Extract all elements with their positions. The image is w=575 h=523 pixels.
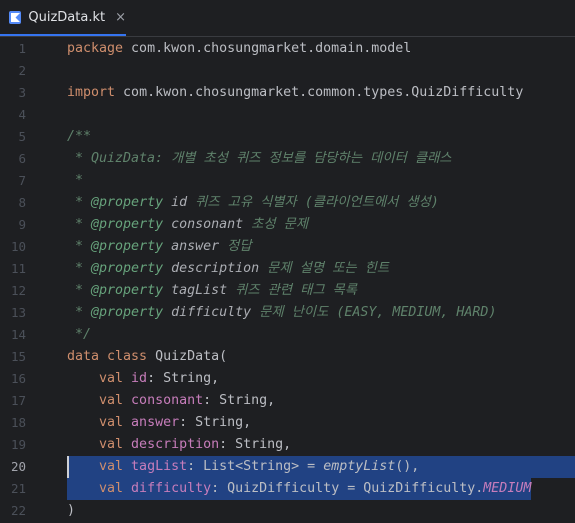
kotlin-file-icon [9,10,22,24]
line-number: 2 [18,63,26,78]
code-line-6: * QuizData: 개별 초성 퀴즈 정보를 담당하는 데이터 클래스 [67,151,452,166]
line-number: 9 [18,217,26,232]
code-line-11: * @property description 문제 설명 또는 힌트 [67,261,390,276]
line-number: 20 [10,459,26,474]
code-line-16: val id: String, [67,371,220,386]
code-line-15: data class QuizData( [67,349,228,364]
line-number: 5 [18,129,26,144]
line-number-gutter: 1 2 3 4 5 6 7 8 9 10 11 12 13 14 15 16 17 18 19 20 21 22 [0,37,58,523]
code-line-5: /** [67,129,92,144]
code-line-19: val description: String, [67,437,292,452]
code-line-3: import com.kwon.chosungmarket.common.typ… [67,85,524,100]
line-number: 18 [10,415,26,430]
code-editor[interactable]: 1 2 3 4 5 6 7 8 9 10 11 12 13 14 15 16 17 18 19 20 21 22 pack… [0,37,575,523]
line-number: 6 [18,151,26,166]
line-number: 3 [18,85,26,100]
code-line-22: ) [67,503,76,518]
code-line-9: * @property consonant 초성 문제 [67,217,309,232]
line-number: 11 [10,261,26,276]
line-number: 4 [18,107,26,122]
line-number: 8 [18,195,26,210]
code-line-18: val answer: String, [67,415,252,430]
close-icon[interactable]: × [115,10,126,25]
line-number: 19 [10,437,26,452]
line-number: 21 [10,481,26,496]
code-line-8: * @property id 퀴즈 고유 식별자 (클라이언트에서 생성) [67,195,439,210]
line-number: 14 [10,327,26,342]
code-line-20-selected: val tagList: List<String> = emptyList(), [67,456,575,478]
code-line-12: * @property tagList 퀴즈 관련 태그 목록 [67,283,358,298]
line-number: 1 [18,41,26,56]
line-number: 12 [10,283,26,298]
tab-label: QuizData.kt [28,9,106,25]
line-number: 13 [10,305,26,320]
code-line-10: * @property answer 정답 [67,239,252,254]
code-line-1: package com.kwon.chosungmarket.domain.mo… [67,41,412,56]
editor-tab-bar: QuizData.kt × [0,0,575,37]
code-line-14: */ [67,327,92,342]
code-line-17: val consonant: String, [67,393,276,408]
code-line-21-selected: val difficulty: QuizDifficulty = QuizDif… [67,478,531,500]
text-caret [67,456,69,478]
code-line-13: * @property difficulty 문제 난이도 (EASY, MED… [67,305,497,320]
line-number: 17 [10,393,26,408]
code-line-7: * [67,173,84,188]
code-area[interactable]: package com.kwon.chosungmarket.domain.mo… [58,37,575,523]
line-number: 15 [10,349,26,364]
line-number: 22 [10,503,26,518]
line-number: 10 [10,239,26,254]
line-number: 16 [10,371,26,386]
line-number: 7 [18,173,26,188]
tab-quizdata-kt[interactable]: QuizData.kt × [0,0,126,36]
